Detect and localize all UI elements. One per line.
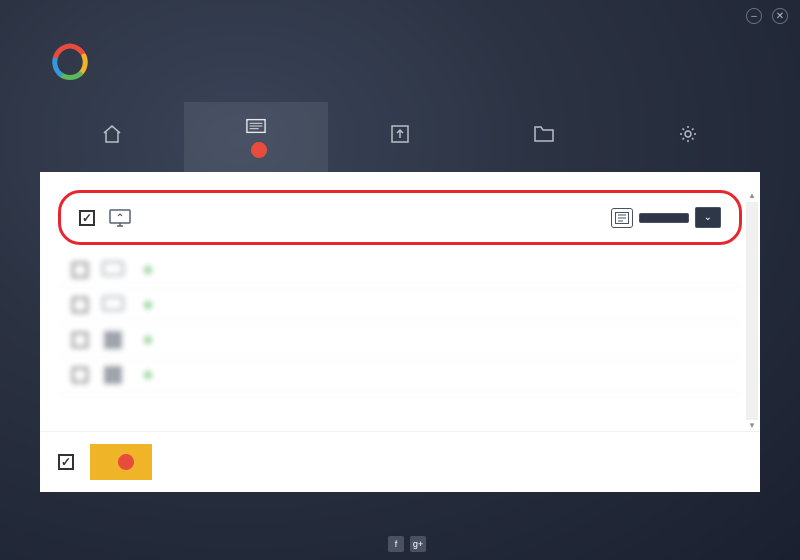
- driver-checkbox[interactable]: [72, 262, 88, 278]
- app-logo-area: [0, 32, 800, 102]
- monitor-icon: [109, 209, 131, 227]
- main-tabs: [0, 102, 800, 172]
- bottom-action-bar: [40, 431, 760, 492]
- windows-icon: [102, 366, 124, 384]
- tab-settings[interactable]: [616, 102, 760, 172]
- driver-name: [138, 263, 728, 277]
- tab-home[interactable]: [40, 102, 184, 172]
- close-button[interactable]: ✕: [772, 8, 788, 24]
- select-all-checkbox[interactable]: [58, 454, 74, 470]
- status-dot-green: [144, 266, 152, 274]
- windows-icon: [102, 331, 124, 349]
- driver-row-highlighted: ⌄: [58, 190, 742, 245]
- minimize-button[interactable]: –: [746, 8, 762, 24]
- driver-list-panel: ⌄: [40, 172, 760, 492]
- status-dot-green: [144, 371, 152, 379]
- update-dropdown-button[interactable]: ⌄: [695, 207, 721, 228]
- tab-restore[interactable]: [472, 102, 616, 172]
- driver-row-blurred: [58, 358, 742, 393]
- driver-name: [138, 298, 728, 312]
- tab-driver-updates[interactable]: [184, 102, 328, 172]
- scroll-up-arrow[interactable]: ▴: [746, 190, 758, 202]
- updates-icon: [246, 116, 266, 136]
- update-button[interactable]: [639, 213, 689, 223]
- driver-row-blurred: [58, 323, 742, 358]
- scroll-track[interactable]: [746, 202, 758, 420]
- app-logo-icon: [50, 42, 90, 82]
- driver-row-blurred: [58, 253, 742, 288]
- download-badge: [118, 454, 134, 470]
- driver-name: [138, 333, 714, 347]
- driver-checkbox[interactable]: [72, 367, 88, 383]
- status-dot-green: [144, 301, 152, 309]
- audio-icon: [102, 296, 124, 314]
- backup-icon: [390, 124, 410, 144]
- restore-icon: [534, 124, 554, 144]
- updates-badge: [251, 142, 267, 158]
- googleplus-icon[interactable]: g+: [410, 536, 426, 552]
- home-icon: [102, 124, 122, 144]
- status-dot-green: [144, 336, 152, 344]
- monitor-icon: [102, 261, 124, 279]
- driver-name: [138, 368, 714, 382]
- facebook-icon[interactable]: f: [388, 536, 404, 552]
- tab-backup[interactable]: [328, 102, 472, 172]
- gear-icon: [678, 124, 698, 144]
- driver-checkbox[interactable]: [72, 297, 88, 313]
- footer: f g+: [0, 536, 800, 552]
- scrollbar[interactable]: ▴ ▾: [746, 190, 758, 432]
- driver-checkbox[interactable]: [79, 210, 95, 226]
- download-install-button[interactable]: [90, 444, 152, 480]
- driver-checkbox[interactable]: [72, 332, 88, 348]
- driver-row-blurred: [58, 288, 742, 323]
- details-icon[interactable]: [611, 208, 633, 228]
